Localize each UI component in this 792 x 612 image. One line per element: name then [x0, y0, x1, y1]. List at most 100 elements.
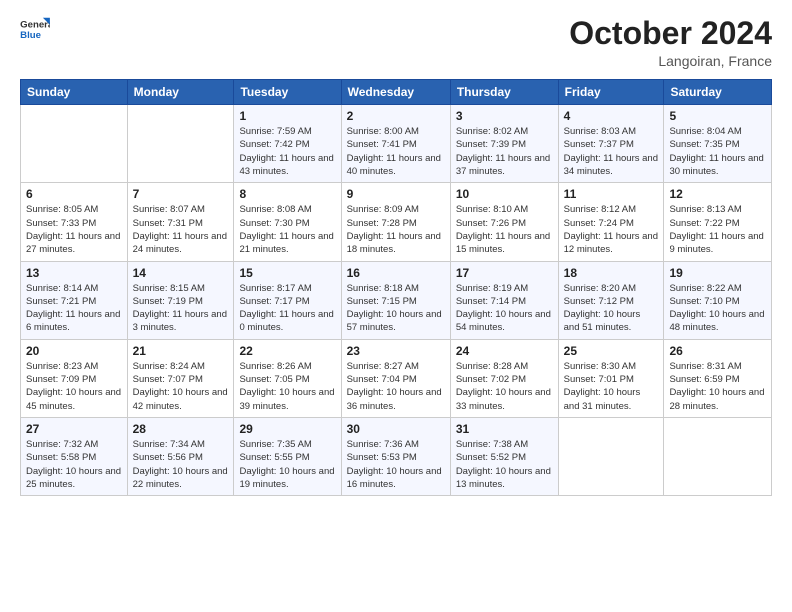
calendar-cell	[21, 105, 128, 183]
day-info: Sunrise: 7:35 AMSunset: 5:55 PMDaylight:…	[239, 438, 335, 491]
calendar: SundayMondayTuesdayWednesdayThursdayFrid…	[20, 79, 772, 496]
day-number: 1	[239, 109, 335, 123]
day-number: 13	[26, 266, 122, 280]
day-info: Sunrise: 8:13 AMSunset: 7:22 PMDaylight:…	[669, 203, 766, 256]
day-info: Sunrise: 8:17 AMSunset: 7:17 PMDaylight:…	[239, 282, 335, 335]
weekday-header-cell: Wednesday	[341, 80, 450, 105]
day-info: Sunrise: 7:59 AMSunset: 7:42 PMDaylight:…	[239, 125, 335, 178]
calendar-cell: 14 Sunrise: 8:15 AMSunset: 7:19 PMDayligh…	[127, 261, 234, 339]
day-info: Sunrise: 7:36 AMSunset: 5:53 PMDaylight:…	[347, 438, 445, 491]
day-info: Sunrise: 8:15 AMSunset: 7:19 PMDaylight:…	[133, 282, 229, 335]
day-number: 5	[669, 109, 766, 123]
calendar-week-row: 20Sunrise: 8:23 AMSunset: 7:09 PMDayligh…	[21, 339, 772, 417]
day-info: Sunrise: 8:14 AMSunset: 7:21 PMDaylight:…	[26, 282, 122, 335]
calendar-cell: 5 Sunrise: 8:04 AMSunset: 7:35 PMDaylight…	[664, 105, 772, 183]
month-title: October 2024	[569, 16, 772, 51]
calendar-cell: 11Sunrise: 8:12 AMSunset: 7:24 PMDayligh…	[558, 183, 664, 261]
day-info: Sunrise: 8:00 AMSunset: 7:41 PMDaylight:…	[347, 125, 445, 178]
calendar-cell: 18 Sunrise: 8:20 AMSunset: 7:12 PMDayligh…	[558, 261, 664, 339]
day-number: 23	[347, 344, 445, 358]
day-number: 9	[347, 187, 445, 201]
day-number: 3	[456, 109, 553, 123]
day-info: Sunrise: 8:28 AMSunset: 7:02 PMDaylight:…	[456, 360, 553, 413]
calendar-week-row: 27 Sunrise: 7:32 AMSunset: 5:58 PMDayligh…	[21, 417, 772, 495]
day-number: 30	[347, 422, 445, 436]
header: General Blue October 2024 Langoiran, Fra…	[20, 16, 772, 69]
day-number: 2	[347, 109, 445, 123]
day-number: 24	[456, 344, 553, 358]
calendar-week-row: 6 Sunrise: 8:05 AMSunset: 7:33 PMDaylight…	[21, 183, 772, 261]
calendar-cell: 23 Sunrise: 8:27 AMSunset: 7:04 PMDayligh…	[341, 339, 450, 417]
day-info: Sunrise: 8:26 AMSunset: 7:05 PMDaylight:…	[239, 360, 335, 413]
day-number: 25	[564, 344, 659, 358]
calendar-cell: 1 Sunrise: 7:59 AMSunset: 7:42 PMDaylight…	[234, 105, 341, 183]
location: Langoiran, France	[569, 53, 772, 69]
calendar-cell: 26 Sunrise: 8:31 AMSunset: 6:59 PMDayligh…	[664, 339, 772, 417]
day-number: 18	[564, 266, 659, 280]
day-info: Sunrise: 8:10 AMSunset: 7:26 PMDaylight:…	[456, 203, 553, 256]
calendar-cell: 19Sunrise: 8:22 AMSunset: 7:10 PMDayligh…	[664, 261, 772, 339]
svg-text:Blue: Blue	[20, 30, 41, 41]
day-number: 12	[669, 187, 766, 201]
calendar-cell: 3 Sunrise: 8:02 AMSunset: 7:39 PMDaylight…	[450, 105, 558, 183]
day-info: Sunrise: 8:20 AMSunset: 7:12 PMDaylight:…	[564, 282, 659, 335]
calendar-cell: 2 Sunrise: 8:00 AMSunset: 7:41 PMDaylight…	[341, 105, 450, 183]
calendar-cell: 15 Sunrise: 8:17 AMSunset: 7:17 PMDayligh…	[234, 261, 341, 339]
day-info: Sunrise: 7:34 AMSunset: 5:56 PMDaylight:…	[133, 438, 229, 491]
day-info: Sunrise: 8:02 AMSunset: 7:39 PMDaylight:…	[456, 125, 553, 178]
day-number: 27	[26, 422, 122, 436]
calendar-cell: 13 Sunrise: 8:14 AMSunset: 7:21 PMDayligh…	[21, 261, 128, 339]
day-number: 10	[456, 187, 553, 201]
day-number: 19	[669, 266, 766, 280]
calendar-cell	[558, 417, 664, 495]
weekday-header-row: SundayMondayTuesdayWednesdayThursdayFrid…	[21, 80, 772, 105]
day-number: 15	[239, 266, 335, 280]
calendar-body: 1 Sunrise: 7:59 AMSunset: 7:42 PMDaylight…	[21, 105, 772, 496]
day-number: 14	[133, 266, 229, 280]
day-info: Sunrise: 8:08 AMSunset: 7:30 PMDaylight:…	[239, 203, 335, 256]
calendar-cell: 9Sunrise: 8:09 AMSunset: 7:28 PMDaylight…	[341, 183, 450, 261]
weekday-header-cell: Sunday	[21, 80, 128, 105]
day-info: Sunrise: 8:23 AMSunset: 7:09 PMDaylight:…	[26, 360, 122, 413]
day-info: Sunrise: 8:27 AMSunset: 7:04 PMDaylight:…	[347, 360, 445, 413]
calendar-cell: 10 Sunrise: 8:10 AMSunset: 7:26 PMDayligh…	[450, 183, 558, 261]
calendar-cell: 30 Sunrise: 7:36 AMSunset: 5:53 PMDayligh…	[341, 417, 450, 495]
calendar-cell: 24 Sunrise: 8:28 AMSunset: 7:02 PMDayligh…	[450, 339, 558, 417]
page: General Blue October 2024 Langoiran, Fra…	[0, 0, 792, 612]
title-block: October 2024 Langoiran, France	[569, 16, 772, 69]
logo: General Blue	[20, 16, 50, 44]
day-info: Sunrise: 8:04 AMSunset: 7:35 PMDaylight:…	[669, 125, 766, 178]
calendar-cell: 7Sunrise: 8:07 AMSunset: 7:31 PMDaylight…	[127, 183, 234, 261]
calendar-week-row: 1 Sunrise: 7:59 AMSunset: 7:42 PMDaylight…	[21, 105, 772, 183]
day-info: Sunrise: 8:30 AMSunset: 7:01 PMDaylight:…	[564, 360, 659, 413]
calendar-cell: 4Sunrise: 8:03 AMSunset: 7:37 PMDaylight…	[558, 105, 664, 183]
calendar-week-row: 13 Sunrise: 8:14 AMSunset: 7:21 PMDayligh…	[21, 261, 772, 339]
calendar-cell: 28 Sunrise: 7:34 AMSunset: 5:56 PMDayligh…	[127, 417, 234, 495]
calendar-cell: 8 Sunrise: 8:08 AMSunset: 7:30 PMDaylight…	[234, 183, 341, 261]
day-info: Sunrise: 8:05 AMSunset: 7:33 PMDaylight:…	[26, 203, 122, 256]
day-number: 21	[133, 344, 229, 358]
day-number: 16	[347, 266, 445, 280]
day-number: 29	[239, 422, 335, 436]
calendar-cell: 12 Sunrise: 8:13 AMSunset: 7:22 PMDayligh…	[664, 183, 772, 261]
weekday-header-cell: Saturday	[664, 80, 772, 105]
day-info: Sunrise: 8:07 AMSunset: 7:31 PMDaylight:…	[133, 203, 229, 256]
weekday-header-cell: Monday	[127, 80, 234, 105]
day-info: Sunrise: 8:12 AMSunset: 7:24 PMDaylight:…	[564, 203, 659, 256]
day-number: 26	[669, 344, 766, 358]
weekday-header-cell: Tuesday	[234, 80, 341, 105]
day-info: Sunrise: 8:31 AMSunset: 6:59 PMDaylight:…	[669, 360, 766, 413]
calendar-cell: 21Sunrise: 8:24 AMSunset: 7:07 PMDayligh…	[127, 339, 234, 417]
calendar-cell	[127, 105, 234, 183]
day-number: 17	[456, 266, 553, 280]
weekday-header-cell: Thursday	[450, 80, 558, 105]
svg-text:General: General	[20, 19, 50, 30]
day-number: 8	[239, 187, 335, 201]
calendar-cell	[664, 417, 772, 495]
day-number: 28	[133, 422, 229, 436]
logo-icon: General Blue	[20, 16, 50, 44]
day-number: 22	[239, 344, 335, 358]
day-number: 4	[564, 109, 659, 123]
day-number: 6	[26, 187, 122, 201]
day-info: Sunrise: 7:32 AMSunset: 5:58 PMDaylight:…	[26, 438, 122, 491]
